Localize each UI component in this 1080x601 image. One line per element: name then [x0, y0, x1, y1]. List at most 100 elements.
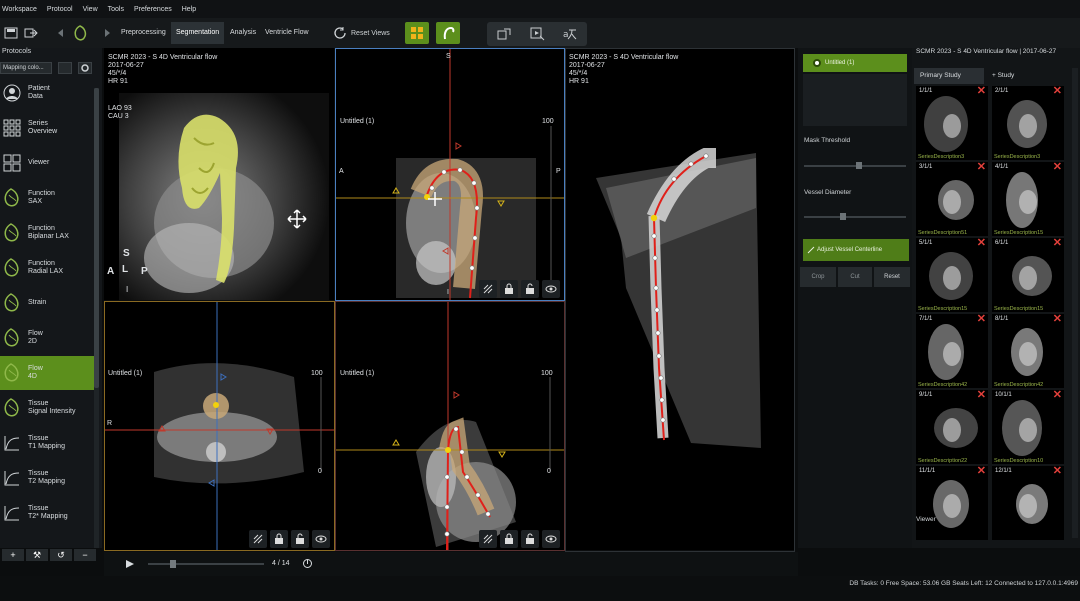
- series-thumbnail[interactable]: 6/1/1 ✕ SeriesDescription15: [992, 238, 1064, 312]
- protocol-item[interactable]: Flow 4D: [0, 356, 94, 390]
- tab-segmentation[interactable]: Segmentation: [171, 22, 225, 44]
- unlock-tool[interactable]: [521, 530, 539, 548]
- sync-tool[interactable]: [249, 530, 267, 548]
- close-icon[interactable]: ✕: [977, 466, 986, 477]
- close-icon[interactable]: ✕: [1053, 86, 1062, 97]
- close-icon[interactable]: ✕: [977, 314, 986, 325]
- series-thumbnail[interactable]: 3/1/1 ✕ SeriesDescription51: [916, 162, 988, 236]
- play-icon[interactable]: [125, 559, 135, 569]
- frame-slider[interactable]: [148, 560, 264, 568]
- mask-threshold-slider[interactable]: [804, 162, 906, 169]
- loop-icon[interactable]: [302, 558, 313, 569]
- back-arrow-icon[interactable]: [54, 26, 68, 40]
- tool-button[interactable]: ⚒: [26, 549, 48, 561]
- protocol-item[interactable]: Tissue T1 Mapping: [0, 426, 94, 460]
- reset-button[interactable]: Reset: [874, 267, 910, 287]
- layout-grid-button[interactable]: [405, 22, 429, 44]
- viewport-axial[interactable]: Untitled (1) 100 0 R: [104, 302, 334, 550]
- crop-button[interactable]: Crop: [800, 267, 836, 287]
- close-icon[interactable]: ✕: [977, 390, 986, 401]
- protocol-item[interactable]: Series Overview: [0, 111, 94, 145]
- series-thumbnail[interactable]: 8/1/1 ✕ SeriesDescription42: [992, 314, 1064, 388]
- close-icon[interactable]: ✕: [1053, 390, 1062, 401]
- visibility-tool[interactable]: [542, 530, 560, 548]
- viewport-coronal[interactable]: Untitled (1) 100 0: [336, 302, 564, 550]
- tab-add-study[interactable]: + Study: [986, 68, 1056, 84]
- series-thumbnail[interactable]: 1/1/1 ✕ SeriesDescription3: [916, 86, 988, 160]
- visibility-tool[interactable]: [542, 280, 560, 298]
- lock-tool[interactable]: [500, 530, 518, 548]
- reset-views-button[interactable]: Reset Views: [333, 24, 390, 42]
- remove-button[interactable]: −: [74, 549, 96, 561]
- undo-button[interactable]: ↺: [50, 549, 72, 561]
- cut-button[interactable]: Cut: [838, 267, 872, 287]
- protocols-scroll-thumb[interactable]: [94, 88, 99, 388]
- lock-tool[interactable]: [270, 530, 288, 548]
- viewport-curved-reformat[interactable]: SCMR 2023 - S 4D Ventricular flow 2017-0…: [566, 48, 794, 550]
- sync-tool[interactable]: [479, 280, 497, 298]
- translate-icon[interactable]: a: [562, 26, 578, 42]
- protocol-item[interactable]: Tissue T2* Mapping: [0, 496, 94, 530]
- close-icon[interactable]: ✕: [1053, 238, 1062, 249]
- save-icon[interactable]: [4, 26, 18, 40]
- viewport-3d[interactable]: SCMR 2023 - S 4D Ventricular flow 2017-0…: [104, 48, 334, 300]
- protocol-item[interactable]: Function SAX: [0, 181, 94, 215]
- unlock-tool[interactable]: [521, 280, 539, 298]
- close-icon[interactable]: ✕: [977, 238, 986, 249]
- tab-ventricle-flow[interactable]: Ventricle Flow: [260, 22, 314, 44]
- viewport-sagittal[interactable]: Untitled (1) 100 0 S A P I: [336, 48, 564, 300]
- series-thumbnail[interactable]: 9/1/1 ✕ SeriesDescription22: [916, 390, 988, 464]
- close-icon[interactable]: ✕: [1053, 314, 1062, 325]
- adjust-centerline-button[interactable]: Adjust Vessel Centerline: [803, 239, 909, 261]
- protocol-item[interactable]: Strain: [0, 286, 94, 320]
- tab-preprocessing[interactable]: Preprocessing: [116, 22, 171, 44]
- series-thumbnail[interactable]: 10/1/1 ✕ SeriesDescription10: [992, 390, 1064, 464]
- close-icon[interactable]: ✕: [977, 86, 986, 97]
- protocol-item[interactable]: Tissue Signal Intensity: [0, 391, 94, 425]
- menu-view[interactable]: View: [83, 6, 98, 13]
- save-protocol-button[interactable]: [58, 62, 72, 74]
- unlock-tool[interactable]: [291, 530, 309, 548]
- sync-tool[interactable]: [479, 530, 497, 548]
- export-icon[interactable]: [24, 26, 38, 40]
- settings-button[interactable]: [78, 62, 92, 74]
- frame-slider-knob[interactable]: [170, 560, 176, 568]
- menu-tools[interactable]: Tools: [108, 6, 124, 13]
- series-thumbnail[interactable]: 7/1/1 ✕ SeriesDescription42: [916, 314, 988, 388]
- lock-tool[interactable]: [500, 280, 518, 298]
- vessel-mode-button[interactable]: [436, 22, 460, 44]
- series-thumbnail[interactable]: 4/1/1 ✕ SeriesDescription15: [992, 162, 1064, 236]
- series-thumbnail[interactable]: 12/1/1 ✕: [992, 466, 1064, 540]
- menu-protocol[interactable]: Protocol: [47, 6, 73, 13]
- protocol-combo[interactable]: Mapping colo...: [0, 62, 52, 74]
- protocol-item[interactable]: Tissue T2 Mapping: [0, 461, 94, 495]
- series-thumbnail[interactable]: 2/1/1 ✕ SeriesDescription3: [992, 86, 1064, 160]
- visibility-tool[interactable]: [312, 530, 330, 548]
- forward-arrow-icon[interactable]: [100, 26, 114, 40]
- play-cursor-icon[interactable]: [529, 26, 545, 42]
- menu-preferences[interactable]: Preferences: [134, 6, 172, 13]
- vessel-diameter-slider[interactable]: [804, 213, 906, 220]
- series-scrollbar[interactable]: [1072, 68, 1078, 538]
- vessel-diameter-knob[interactable]: [840, 213, 846, 220]
- menu-workspace[interactable]: Workspace: [2, 6, 37, 13]
- protocol-item[interactable]: Function Biplanar LAX: [0, 216, 94, 250]
- add-button[interactable]: +: [2, 549, 24, 561]
- series-thumbnail[interactable]: 11/1/1 ✕: [916, 466, 988, 540]
- close-icon[interactable]: ✕: [977, 162, 986, 173]
- swap-view-icon[interactable]: [496, 26, 512, 42]
- tab-primary-study[interactable]: Primary Study: [914, 68, 984, 84]
- unlock-icon: [526, 283, 534, 294]
- mask-threshold-knob[interactable]: [856, 162, 862, 169]
- segment-radio[interactable]: [813, 59, 821, 67]
- protocol-item[interactable]: Patient Data: [0, 76, 94, 110]
- tab-analysis[interactable]: Analysis: [225, 22, 261, 44]
- close-icon[interactable]: ✕: [1053, 162, 1062, 173]
- protocol-item[interactable]: Function Radial LAX: [0, 251, 94, 285]
- series-thumbnail[interactable]: 5/1/1 ✕ SeriesDescription15: [916, 238, 988, 312]
- protocol-item[interactable]: Flow 2D: [0, 321, 94, 355]
- close-icon[interactable]: ✕: [1053, 466, 1062, 477]
- protocol-item[interactable]: Viewer: [0, 146, 94, 180]
- menu-help[interactable]: Help: [182, 6, 196, 13]
- segment-item[interactable]: Untitled (1): [803, 54, 907, 72]
